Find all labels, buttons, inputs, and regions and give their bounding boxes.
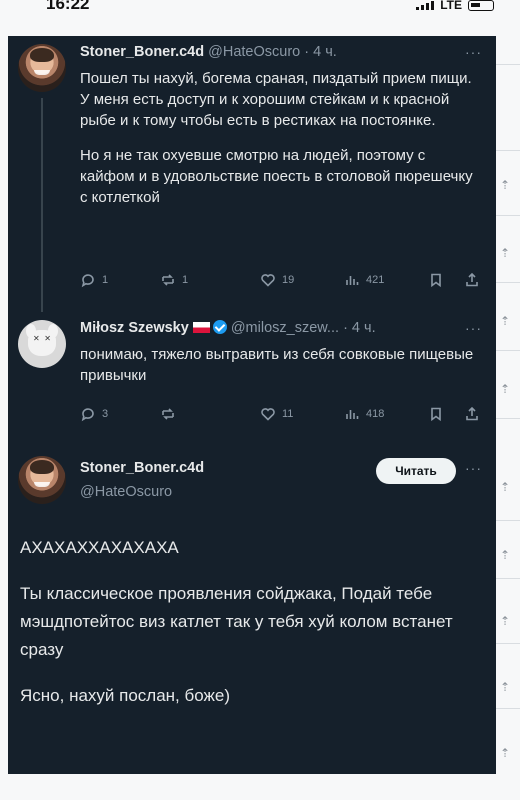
share-icon[interactable]: ⇡ (500, 178, 514, 192)
display-name[interactable]: Stoner_Boner.c4d (80, 44, 204, 60)
share-button[interactable] (464, 272, 480, 288)
share-icon[interactable]: ⇡ (500, 746, 514, 760)
share-icon[interactable]: ⇡ (500, 382, 514, 396)
repost-icon (162, 408, 174, 420)
views-icon (346, 276, 359, 285)
tweet-thread-card: Stoner_Boner.c4d @HateOscuro · 4 ч. ··· … (8, 36, 496, 774)
status-time: 16:22 (46, 0, 90, 13)
like-count: 19 (282, 274, 295, 286)
tweet-paragraph: понимаю, тяжело вытравить из себя совков… (80, 346, 474, 384)
like-button[interactable]: 11 (260, 406, 293, 422)
display-name-row: Stoner_Boner.c4d (80, 460, 204, 476)
avatar[interactable] (18, 320, 66, 368)
tweet-text: понимаю, тяжело вытравить из себя совков… (80, 344, 480, 400)
tweet-header: Stoner_Boner.c4d @HateOscuro · 4 ч. (80, 44, 337, 60)
avatar[interactable] (18, 44, 66, 92)
handle[interactable]: @HateOscuro (80, 484, 172, 500)
like-count: 11 (282, 408, 294, 420)
share-icon[interactable]: ⇡ (500, 680, 514, 694)
follow-button[interactable]: Читать (376, 458, 456, 484)
bookmark-button[interactable] (428, 272, 444, 288)
dog-face-icon (28, 330, 56, 356)
share-icon[interactable]: ⇡ (500, 246, 514, 260)
heart-icon (261, 408, 275, 421)
share-button[interactable] (464, 406, 480, 422)
battery-icon (468, 0, 494, 11)
verified-badge-icon (212, 320, 227, 334)
bookmark-icon (431, 407, 441, 422)
views-count: 418 (366, 408, 385, 420)
network-label: LTE (440, 0, 462, 12)
timestamp[interactable]: · 4 ч. (343, 320, 376, 336)
share-icon (466, 272, 478, 287)
share-icon (466, 406, 478, 421)
share-icon[interactable]: ⇡ (500, 314, 514, 328)
main-tweet[interactable]: Stoner_Boner.c4d @HateOscuro Читать ··· … (8, 448, 496, 774)
tweet-2[interactable]: Miłosz Szewsky @milosz_szew... · 4 ч. ··… (8, 312, 496, 442)
avatar[interactable] (18, 456, 66, 504)
views-button[interactable]: 418 (344, 406, 384, 422)
tweet-paragraph: Ты классическое проявления сойджака, Под… (20, 584, 453, 659)
bookmark-icon (431, 273, 441, 288)
tweet-paragraph: Но я не так охуевше смотрю на людей, поэ… (80, 147, 473, 206)
views-count: 421 (366, 274, 385, 286)
share-icon[interactable]: ⇡ (500, 614, 514, 628)
tweet-paragraph: Пошел ты нахуй, богема сраная, пиздатый … (80, 70, 472, 129)
handle-row: @HateOscuro (80, 484, 172, 500)
tweet-actions: 1 1 19 421 (80, 272, 484, 292)
tweet-actions: 3 11 418 (80, 406, 484, 426)
tweet-paragraph: Ясно, нахуй послан, боже) (20, 686, 230, 705)
share-icon[interactable]: ⇡ (500, 548, 514, 562)
repost-button[interactable] (160, 406, 182, 422)
more-icon[interactable]: ··· (465, 44, 482, 60)
poland-flag-icon (192, 322, 210, 333)
tweet-1[interactable]: Stoner_Boner.c4d @HateOscuro · 4 ч. ··· … (8, 36, 496, 312)
handle[interactable]: @milosz_szew... (231, 320, 339, 336)
display-name[interactable]: Stoner_Boner.c4d (80, 460, 204, 476)
more-icon[interactable]: ··· (465, 460, 482, 476)
handle[interactable]: @HateOscuro (208, 44, 300, 60)
reply-button[interactable]: 3 (80, 406, 108, 422)
reply-count: 1 (102, 274, 109, 286)
reply-icon (81, 274, 94, 288)
views-icon (346, 410, 359, 419)
repost-icon (162, 274, 174, 286)
bookmark-button[interactable] (428, 406, 444, 422)
reply-button[interactable]: 1 (80, 272, 108, 288)
reply-count: 3 (102, 408, 109, 420)
thread-line (41, 98, 43, 312)
more-icon[interactable]: ··· (465, 320, 482, 336)
status-indicators: LTE (416, 0, 494, 12)
repost-count: 1 (182, 274, 189, 286)
tweet-text: Пошел ты нахуй, богема сраная, пиздатый … (80, 68, 480, 222)
views-button[interactable]: 421 (344, 272, 384, 288)
main-tweet-text: АХАХАХХАХАХАХА Ты классическое проявлени… (20, 534, 482, 728)
repost-button[interactable]: 1 (160, 272, 188, 288)
display-name[interactable]: Miłosz Szewsky (80, 320, 189, 336)
like-button[interactable]: 19 (260, 272, 294, 288)
tweet-header: Miłosz Szewsky @milosz_szew... · 4 ч. (80, 320, 376, 336)
timestamp[interactable]: · 4 ч. (304, 44, 337, 60)
share-icon[interactable]: ⇡ (500, 480, 514, 494)
tweet-paragraph: АХАХАХХАХАХАХА (20, 538, 179, 557)
heart-icon (261, 274, 275, 287)
signal-icon (416, 0, 435, 10)
status-bar: 16:22 LTE (0, 0, 520, 16)
reply-icon (81, 408, 94, 422)
